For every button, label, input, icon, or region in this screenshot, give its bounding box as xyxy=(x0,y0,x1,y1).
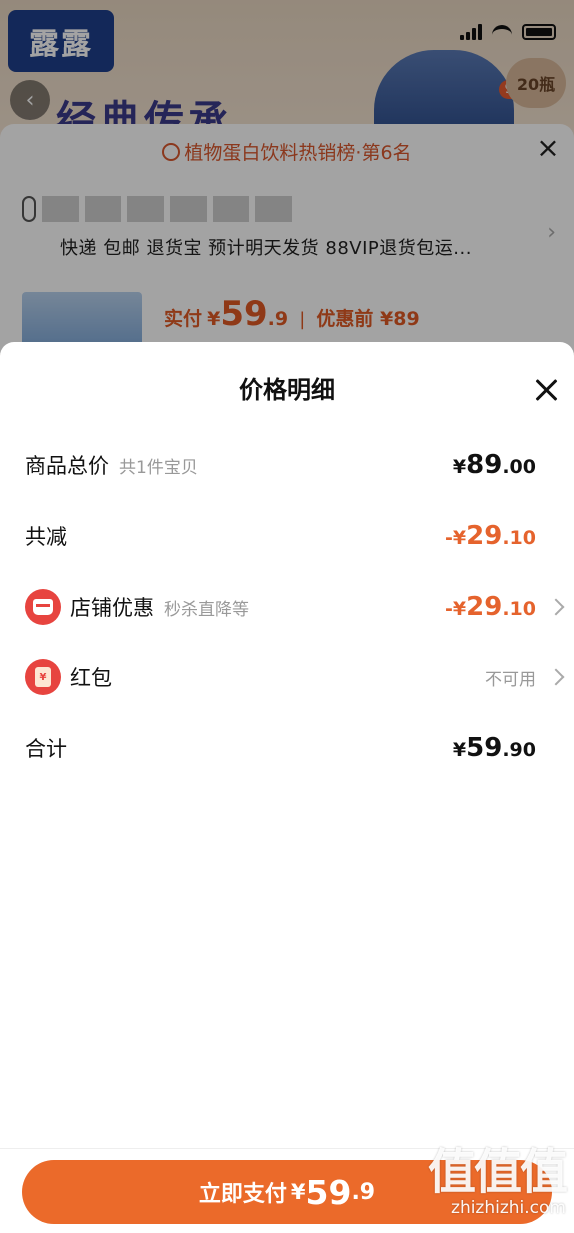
site-watermark: 值值值 zhizhizhi.com xyxy=(427,1144,568,1218)
row-total-reduction: 共减 -¥29.10 xyxy=(0,511,574,561)
row-label: 合计 xyxy=(25,737,67,761)
close-icon[interactable] xyxy=(530,374,562,406)
row-amount: ¥59.90 xyxy=(452,733,536,763)
row-sublabel: 共1件宝贝 xyxy=(119,457,198,478)
row-amount: -¥29.10 xyxy=(445,592,536,622)
row-red-packet[interactable]: ¥ 红包 不可用 xyxy=(0,652,574,702)
row-grand-total: 合计 ¥59.90 xyxy=(0,723,574,773)
row-label: 红包 xyxy=(70,666,112,690)
row-label: 商品总价 xyxy=(25,454,109,478)
shop-icon xyxy=(25,589,61,625)
sheet-title: 价格明细 xyxy=(239,376,335,404)
row-amount: ¥89.00 xyxy=(452,450,536,480)
chevron-right-icon xyxy=(547,668,565,686)
row-shop-discount[interactable]: 店铺优惠 秒杀直降等 -¥29.10 xyxy=(0,582,574,632)
chevron-right-icon xyxy=(547,598,565,616)
row-sublabel: 秒杀直降等 xyxy=(164,599,249,620)
row-label: 共减 xyxy=(25,525,67,549)
price-detail-sheet: 价格明细 商品总价 共1件宝贝 ¥89.00 共减 -¥29.10 店铺优惠 秒… xyxy=(0,342,574,1233)
watermark-logo: 值值值 xyxy=(427,1144,568,1200)
row-product-total: 商品总价 共1件宝贝 ¥89.00 xyxy=(0,440,574,490)
row-label: 店铺优惠 xyxy=(70,596,154,620)
row-status: 不可用 xyxy=(485,669,536,690)
row-amount: -¥29.10 xyxy=(445,521,536,551)
watermark-domain: zhizhizhi.com xyxy=(451,1198,566,1218)
red-packet-icon: ¥ xyxy=(25,659,61,695)
